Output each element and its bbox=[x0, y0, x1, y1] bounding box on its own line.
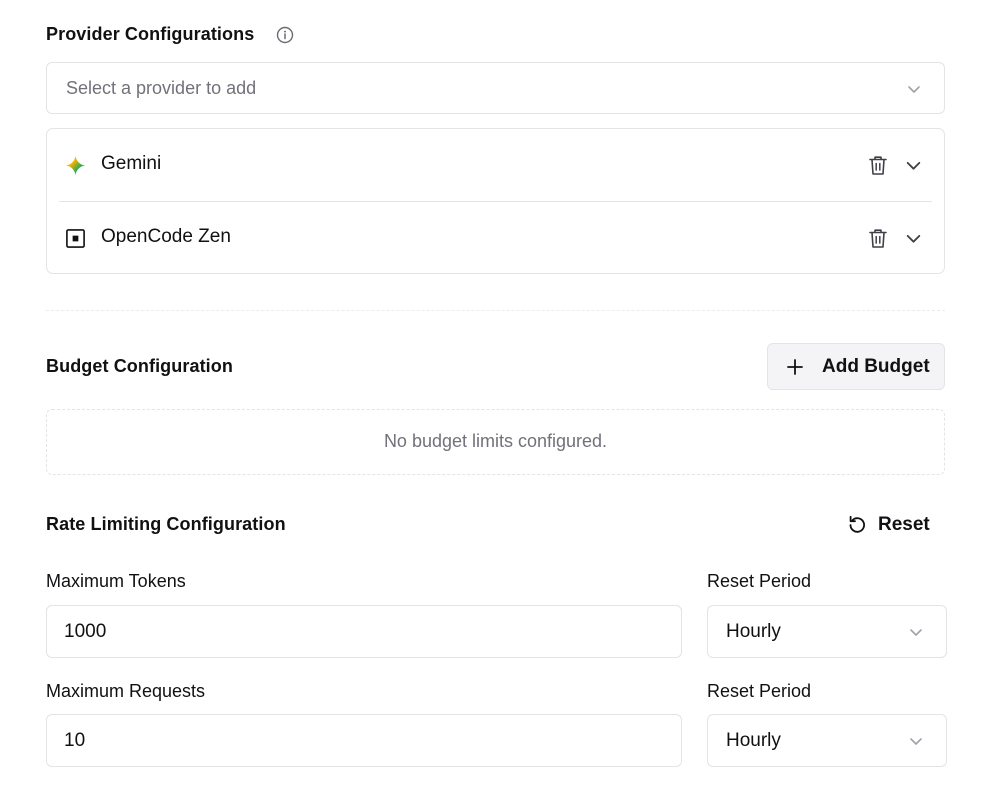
gemini-sparkle-icon bbox=[65, 155, 86, 176]
max-tokens-input[interactable] bbox=[46, 605, 682, 658]
budget-configuration-title: Budget Configuration bbox=[46, 356, 233, 376]
provider-select-placeholder: Select a provider to add bbox=[66, 78, 257, 98]
max-tokens-label: Maximum Tokens bbox=[46, 571, 186, 591]
chevron-down-icon[interactable] bbox=[905, 230, 922, 247]
add-budget-label: Add Budget bbox=[822, 356, 930, 377]
requests-reset-period-value: Hourly bbox=[726, 730, 781, 751]
chevron-down-icon[interactable] bbox=[905, 157, 922, 174]
requests-reset-period-select[interactable]: Hourly bbox=[707, 714, 947, 767]
tokens-reset-period-select[interactable]: Hourly bbox=[707, 605, 947, 658]
provider-item-gemini[interactable]: Gemini bbox=[47, 129, 944, 201]
reset-button[interactable]: Reset bbox=[842, 511, 942, 541]
chevron-down-icon bbox=[910, 629, 922, 636]
plus-icon bbox=[787, 359, 803, 375]
provider-list: Gemini OpenCode Zen bbox=[46, 128, 945, 274]
provider-name: Gemini bbox=[101, 153, 162, 174]
section-divider bbox=[46, 310, 945, 311]
provider-item-opencode-zen[interactable]: OpenCode Zen bbox=[47, 202, 944, 274]
tokens-reset-period-value: Hourly bbox=[726, 621, 781, 642]
trash-icon[interactable] bbox=[867, 154, 889, 176]
trash-icon[interactable] bbox=[867, 227, 889, 249]
rate-limiting-title: Rate Limiting Configuration bbox=[46, 514, 286, 534]
max-requests-label: Maximum Requests bbox=[46, 681, 206, 701]
provider-configurations-title: Provider Configurations bbox=[46, 24, 255, 44]
requests-reset-period-label: Reset Period bbox=[707, 681, 812, 701]
budget-empty-state: No budget limits configured. bbox=[46, 409, 945, 475]
max-requests-input[interactable] bbox=[46, 714, 682, 767]
opencode-square-icon bbox=[66, 229, 85, 248]
tokens-reset-period-label: Reset Period bbox=[707, 571, 812, 591]
chevron-down-icon bbox=[910, 738, 922, 745]
provider-select[interactable]: Select a provider to add bbox=[46, 62, 945, 114]
info-circle-icon[interactable] bbox=[276, 26, 294, 44]
chevron-down-icon bbox=[908, 86, 920, 93]
add-budget-button[interactable]: Add Budget bbox=[767, 343, 945, 390]
provider-name: OpenCode Zen bbox=[101, 226, 231, 247]
empty-budget-message: No budget limits configured. bbox=[383, 431, 608, 451]
rotate-ccw-icon bbox=[849, 515, 865, 533]
reset-label: Reset bbox=[878, 514, 930, 535]
